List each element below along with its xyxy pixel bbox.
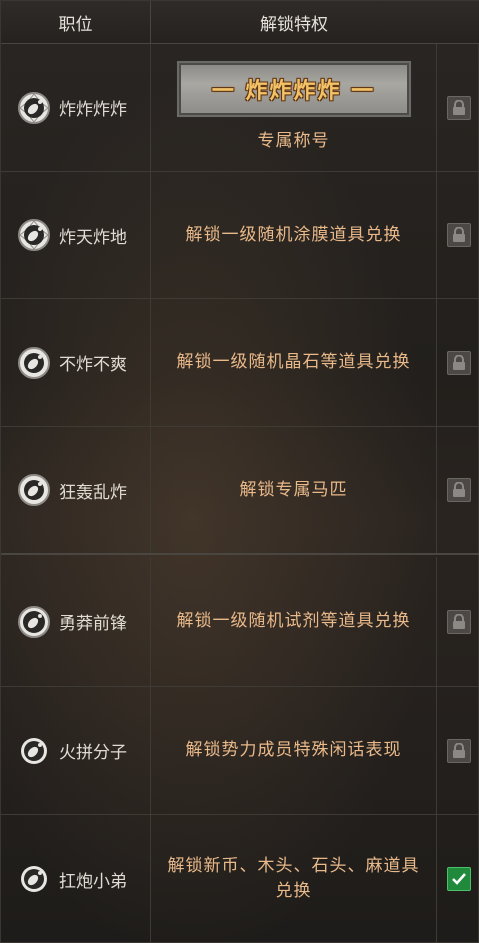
rank-name: 不炸不爽 <box>59 355 127 375</box>
lock-icon <box>446 738 471 763</box>
rank-name: 狂轰乱炸 <box>59 482 127 503</box>
privilege-text: 解锁一级随机试剂等道具兑换 <box>176 611 411 631</box>
lock-icon <box>446 350 471 375</box>
rank-name: 扛炮小弟 <box>59 871 127 892</box>
lock-icon <box>446 223 471 247</box>
privilege-text: 专属称号 <box>257 131 330 151</box>
table-row: 炸天炸地 解锁一级随机涂膜道具兑换 <box>1 172 479 299</box>
table-row: 扛炮小弟 解锁新币、木头、石头、麻道具兑换 <box>1 815 479 943</box>
bomb-badge-icon <box>18 91 50 124</box>
lock-icon <box>446 478 471 502</box>
rank-name: 炸炸炸炸 <box>59 100 127 120</box>
privilege-text: 解锁一级随机晶石等道具兑换 <box>176 352 411 372</box>
title-banner: 一 炸炸炸炸 一 <box>176 61 411 117</box>
rank-name: 勇莽前锋 <box>59 614 127 634</box>
lock-icon <box>446 609 471 634</box>
table-row: 火拼分子 解锁势力成员特殊闲话表现 <box>1 687 479 815</box>
header-status <box>437 1 479 43</box>
bomb-badge-icon <box>18 219 50 251</box>
rank-privilege-table: 职位 解锁特权 炸炸炸炸 一 炸炸炸炸 一 专属称号 炸天炸地 解锁一级随机涂膜… <box>0 0 479 943</box>
header-privilege: 解锁特权 <box>260 14 328 35</box>
title-banner-text: 一 炸炸炸炸 一 <box>211 79 376 104</box>
bomb-badge-icon <box>18 474 50 506</box>
check-icon <box>446 867 471 891</box>
table-header: 职位 解锁特权 <box>1 1 479 44</box>
bomb-badge-icon <box>18 346 50 379</box>
table-row: 炸炸炸炸 一 炸炸炸炸 一 专属称号 <box>1 44 479 172</box>
rank-name: 炸天炸地 <box>59 227 127 248</box>
bomb-badge-icon <box>21 737 47 764</box>
privilege-text: 解锁专属马匹 <box>239 479 348 500</box>
bomb-badge-icon <box>18 605 50 638</box>
privilege-text: 解锁一级随机涂膜道具兑换 <box>185 224 402 245</box>
lock-icon <box>446 95 471 120</box>
bomb-badge-icon <box>21 866 47 892</box>
header-position: 职位 <box>1 1 151 43</box>
table-row: 勇莽前锋 解锁一级随机试剂等道具兑换 <box>1 557 479 687</box>
table-row: 狂轰乱炸 解锁专属马匹 <box>1 427 479 555</box>
privilege-text: 解锁新币、木头、石头、麻道具兑换 <box>167 856 420 901</box>
table-row: 不炸不爽 解锁一级随机晶石等道具兑换 <box>1 299 479 427</box>
privilege-text: 解锁势力成员特殊闲话表现 <box>185 740 402 760</box>
rank-name: 火拼分子 <box>59 743 127 763</box>
